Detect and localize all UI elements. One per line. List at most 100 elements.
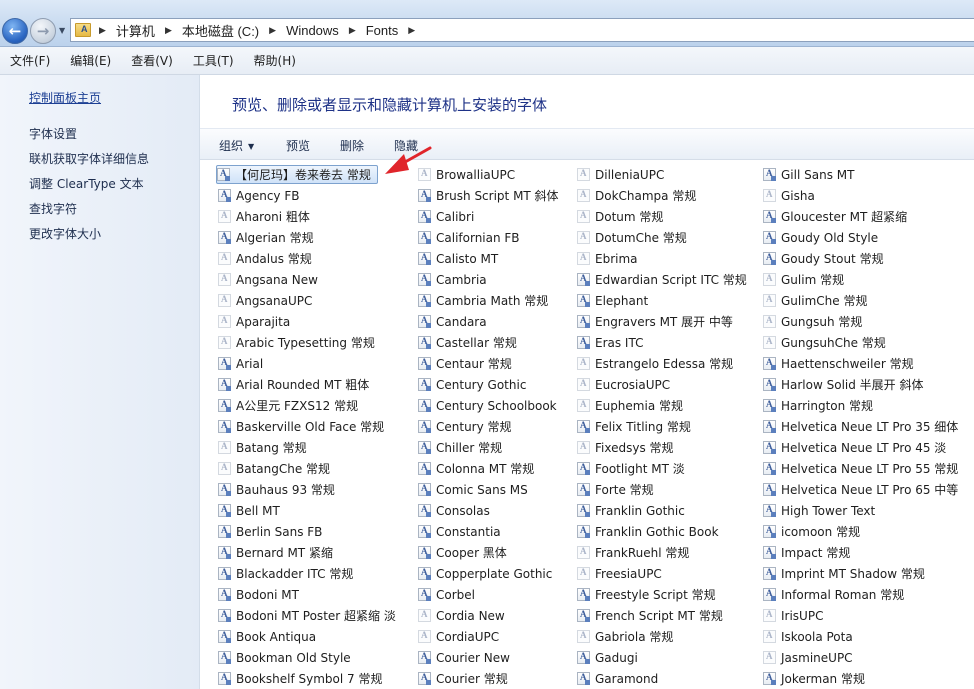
font-item[interactable]: Cooper 黑体 <box>418 543 507 562</box>
font-item[interactable]: Footlight MT 淡 <box>577 459 685 478</box>
font-item[interactable]: Century Schoolbook <box>418 396 557 415</box>
font-item[interactable]: Blackadder ITC 常规 <box>218 564 353 583</box>
address-box[interactable]: ▶ 计算机 ▶ 本地磁盘 (C:) ▶ Windows ▶ Fonts ▶ <box>70 18 974 42</box>
font-item[interactable]: Dotum 常规 <box>577 207 663 226</box>
font-item[interactable]: Garamond <box>577 669 658 688</box>
recent-pages-chevron-icon[interactable]: ▼ <box>59 26 65 35</box>
forward-button[interactable]: → <box>30 18 56 44</box>
font-item[interactable]: Iskoola Pota <box>763 627 853 646</box>
font-item[interactable]: EucrosiaUPC <box>577 375 670 394</box>
font-item[interactable]: Arial Rounded MT 粗体 <box>218 375 369 394</box>
font-item[interactable]: Angsana New <box>218 270 318 289</box>
font-item[interactable]: Gabriola 常规 <box>577 627 673 646</box>
font-item[interactable]: Bauhaus 93 常规 <box>218 480 335 499</box>
font-item[interactable]: Batang 常规 <box>218 438 307 457</box>
font-item[interactable]: Jokerman 常规 <box>763 669 865 688</box>
font-item[interactable]: Book Antiqua <box>218 627 316 646</box>
font-item[interactable]: Consolas <box>418 501 490 520</box>
font-item[interactable]: Euphemia 常规 <box>577 396 683 415</box>
font-item[interactable]: icomoon 常规 <box>763 522 860 541</box>
font-item[interactable]: Franklin Gothic Book <box>577 522 719 541</box>
font-item[interactable]: BrowalliaUPC <box>418 165 515 184</box>
font-item[interactable]: Cambria Math 常规 <box>418 291 548 310</box>
font-item[interactable]: FrankRuehl 常规 <box>577 543 689 562</box>
font-item[interactable]: Bernard MT 紧缩 <box>218 543 333 562</box>
font-item[interactable]: Candara <box>418 312 487 331</box>
font-item[interactable]: Comic Sans MS <box>418 480 528 499</box>
font-item[interactable]: Chiller 常规 <box>418 438 502 457</box>
menu-view[interactable]: 查看(V) <box>121 52 183 69</box>
font-item[interactable]: DotumChe 常规 <box>577 228 687 247</box>
font-item[interactable]: Goudy Old Style <box>763 228 878 247</box>
font-item[interactable]: Aharoni 粗体 <box>218 207 310 226</box>
font-item[interactable]: Helvetica Neue LT Pro 45 淡 <box>763 438 946 457</box>
font-item[interactable]: Bodoni MT <box>218 585 299 604</box>
font-item[interactable]: Harlow Solid 半展开 斜体 <box>763 375 924 394</box>
font-item[interactable]: Bell MT <box>218 501 280 520</box>
font-item[interactable]: Courier 常规 <box>418 669 508 688</box>
font-item[interactable]: Helvetica Neue LT Pro 55 常规 <box>763 459 958 478</box>
font-item[interactable]: BatangChe 常规 <box>218 459 330 478</box>
font-item[interactable]: GungsuhChe 常规 <box>763 333 886 352</box>
font-item[interactable]: Bookman Old Style <box>218 648 351 667</box>
breadcrumb-arrow-icon[interactable]: ▶ <box>99 25 106 36</box>
font-item[interactable]: Century Gothic <box>418 375 526 394</box>
font-item[interactable]: Felix Titling 常规 <box>577 417 691 436</box>
font-item[interactable]: Gulim 常规 <box>763 270 844 289</box>
control-panel-home-link[interactable]: 控制面板主页 <box>29 89 101 106</box>
font-item[interactable]: Bookshelf Symbol 7 常规 <box>218 669 382 688</box>
font-item[interactable]: Fixedsys 常规 <box>577 438 674 457</box>
breadcrumb-local-disk[interactable]: 本地磁盘 (C:) <box>181 21 260 40</box>
breadcrumb-arrow-icon[interactable]: ▶ <box>165 25 172 36</box>
font-item[interactable]: Aparajita <box>218 312 290 331</box>
breadcrumb-computer[interactable]: 计算机 <box>115 21 156 40</box>
font-item[interactable]: Forte 常规 <box>577 480 654 499</box>
font-item[interactable]: Castellar 常规 <box>418 333 517 352</box>
font-item[interactable]: Constantia <box>418 522 501 541</box>
font-item[interactable]: Eras ITC <box>577 333 643 352</box>
menu-file[interactable]: 文件(F) <box>0 52 60 69</box>
font-item[interactable]: FreesiaUPC <box>577 564 662 583</box>
font-item[interactable]: CordiaUPC <box>418 627 499 646</box>
font-item[interactable]: Arial <box>218 354 263 373</box>
font-item[interactable]: Elephant <box>577 291 648 310</box>
menu-help[interactable]: 帮助(H) <box>244 52 306 69</box>
font-item[interactable]: Colonna MT 常规 <box>418 459 534 478</box>
font-settings-link[interactable]: 字体设置 <box>29 125 77 142</box>
font-item[interactable]: Brush Script MT 斜体 <box>418 186 559 205</box>
menu-tools[interactable]: 工具(T) <box>183 52 244 69</box>
font-item[interactable]: High Tower Text <box>763 501 875 520</box>
font-item[interactable]: Gungsuh 常规 <box>763 312 862 331</box>
font-item[interactable]: French Script MT 常规 <box>577 606 723 625</box>
font-item[interactable]: Engravers MT 展开 中等 <box>577 312 733 331</box>
breadcrumb-arrow-icon[interactable]: ▶ <box>349 25 356 36</box>
font-item[interactable]: Centaur 常规 <box>418 354 512 373</box>
font-item[interactable]: Cordia New <box>418 606 505 625</box>
font-item[interactable]: Estrangelo Edessa 常规 <box>577 354 733 373</box>
menu-edit[interactable]: 编辑(E) <box>60 52 121 69</box>
font-item[interactable]: Californian FB <box>418 228 520 247</box>
font-item[interactable]: JasmineUPC <box>763 648 853 667</box>
font-item[interactable]: Algerian 常规 <box>218 228 314 247</box>
font-item[interactable]: Cambria <box>418 270 487 289</box>
font-item[interactable]: Century 常规 <box>418 417 512 436</box>
breadcrumb-arrow-icon[interactable]: ▶ <box>408 25 415 36</box>
font-item[interactable]: Ebrima <box>577 249 638 268</box>
font-item[interactable]: Impact 常规 <box>763 543 850 562</box>
font-item[interactable]: Helvetica Neue LT Pro 35 细体 <box>763 417 958 436</box>
font-item[interactable]: Corbel <box>418 585 475 604</box>
font-item[interactable]: Arabic Typesetting 常规 <box>218 333 375 352</box>
font-info-online-link[interactable]: 联机获取字体详细信息 <box>29 150 149 167</box>
font-item[interactable]: Gisha <box>763 186 815 205</box>
font-item[interactable]: Bodoni MT Poster 超紧缩 淡 <box>218 606 396 625</box>
hide-button[interactable]: 隐藏 <box>394 137 418 154</box>
font-item[interactable]: DilleniaUPC <box>577 165 664 184</box>
organize-button[interactable]: 组织 ▼ <box>219 137 254 154</box>
breadcrumb-fonts[interactable]: Fonts <box>365 23 400 38</box>
font-item[interactable]: IrisUPC <box>763 606 823 625</box>
font-item[interactable]: Baskerville Old Face 常规 <box>218 417 384 436</box>
back-button[interactable]: ← <box>2 18 28 44</box>
find-character-link[interactable]: 查找字符 <box>29 200 77 217</box>
font-item[interactable]: Agency FB <box>218 186 299 205</box>
font-item[interactable]: Goudy Stout 常规 <box>763 249 884 268</box>
